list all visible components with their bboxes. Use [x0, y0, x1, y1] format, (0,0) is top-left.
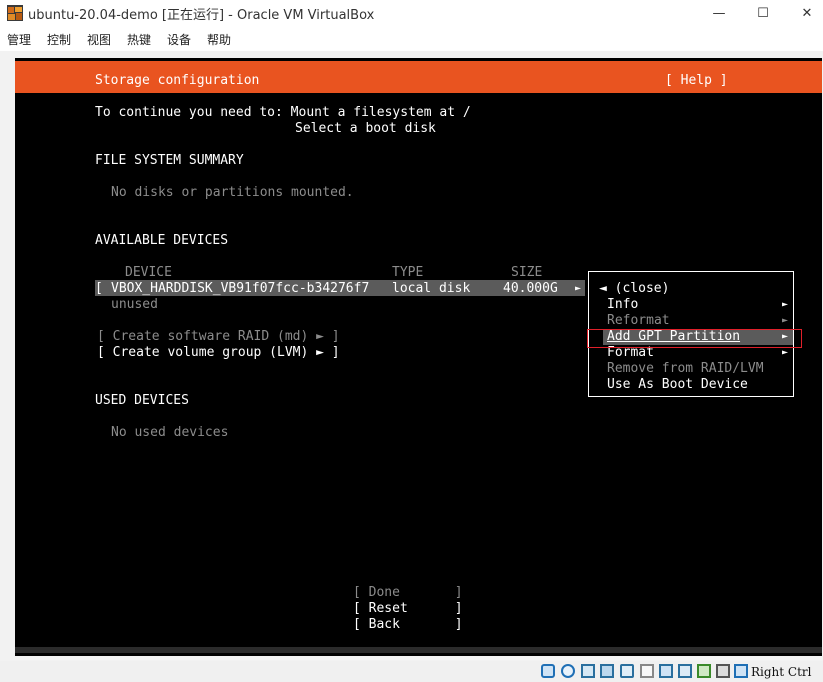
device-name[interactable]: VBOX_HARDDISK_VB91f07fcc-b34276f7: [111, 281, 369, 297]
hard-disk-icon[interactable]: [541, 664, 555, 678]
highlight-annotation-box: [587, 329, 802, 348]
host-key-label: Right Ctrl: [751, 665, 812, 679]
cpu-icon[interactable]: [697, 664, 711, 678]
available-devices-heading: AVAILABLE DEVICES: [95, 233, 229, 248]
create-lvm-button[interactable]: [ Create volume group (LVM) ► ]: [97, 345, 340, 361]
screen-bottom-bar: [15, 647, 822, 653]
maximize-icon: ☐: [757, 5, 769, 21]
title-bar: ubuntu-20.04-demo [正在运行] - Oracle VM Vir…: [0, 0, 823, 26]
menu-item-remove-raid-lvm: Remove from RAID/LVM: [607, 361, 764, 376]
menu-control[interactable]: 控制: [47, 31, 71, 48]
screen-title: Storage configuration: [95, 73, 260, 88]
menu-bar: 管理 控制 视图 热键 设备 帮助: [0, 27, 823, 49]
usb-icon[interactable]: [620, 664, 634, 678]
device-menu-arrow-icon[interactable]: ►: [575, 281, 581, 297]
done-button[interactable]: [ Done ]: [353, 585, 463, 601]
menu-item-use-as-boot-device[interactable]: Use As Boot Device: [607, 377, 748, 393]
fs-summary-heading: FILE SYSTEM SUMMARY: [95, 153, 244, 168]
help-button[interactable]: [ Help ]: [665, 73, 728, 89]
create-raid-button[interactable]: [ Create software RAID (md) ► ]: [97, 329, 340, 345]
menu-item-reformat: Reformat: [607, 313, 670, 328]
optical-drive-icon[interactable]: [561, 664, 575, 678]
maximize-button[interactable]: ☐: [740, 0, 786, 26]
reformat-arrow-icon: ►: [782, 315, 789, 326]
vm-screen[interactable]: Storage configuration [ Help ] To contin…: [15, 58, 822, 656]
audio-icon[interactable]: [581, 664, 595, 678]
device-type: local disk: [392, 281, 471, 296]
display-icon[interactable]: [659, 664, 673, 678]
close-icon: ✕: [801, 5, 813, 21]
minimize-icon: —: [712, 5, 726, 21]
intro-line-2: Select a boot disk: [295, 121, 436, 136]
back-button[interactable]: [ Back ]: [353, 617, 463, 633]
menu-help[interactable]: 帮助: [207, 31, 231, 48]
keyboard-capture-icon[interactable]: [734, 664, 748, 678]
window-title: ubuntu-20.04-demo [正在运行] - Oracle VM Vir…: [28, 8, 375, 23]
menu-item-info[interactable]: Info: [607, 297, 638, 313]
column-size: SIZE: [511, 265, 543, 280]
fs-summary-empty: No disks or partitions mounted.: [111, 185, 354, 200]
info-arrow-icon: ►: [782, 299, 789, 310]
reset-button[interactable]: [ Reset ]: [353, 601, 463, 617]
minimize-button[interactable]: —: [696, 0, 742, 26]
column-type: TYPE: [392, 265, 424, 280]
device-size: 40.000G: [503, 281, 558, 296]
recording-icon[interactable]: [678, 664, 692, 678]
menu-view[interactable]: 视图: [87, 31, 111, 48]
device-row-bracket: [: [95, 281, 103, 296]
menu-manage[interactable]: 管理: [7, 31, 31, 48]
network-icon[interactable]: [600, 664, 614, 678]
mouse-integration-icon[interactable]: [716, 664, 730, 678]
virtualbox-icon: [7, 5, 23, 21]
status-bar: Right Ctrl: [0, 661, 823, 682]
menu-close[interactable]: ◄ (close): [599, 281, 669, 297]
shared-folders-icon[interactable]: [640, 664, 654, 678]
menu-devices[interactable]: 设备: [167, 31, 191, 48]
close-button[interactable]: ✕: [784, 0, 823, 26]
column-device: DEVICE: [125, 265, 172, 280]
intro-line-1: To continue you need to: Mount a filesys…: [95, 105, 471, 120]
menu-hotkey[interactable]: 热键: [127, 31, 151, 48]
device-status: unused: [111, 297, 158, 312]
used-devices-empty: No used devices: [111, 425, 229, 440]
used-devices-heading: USED DEVICES: [95, 393, 189, 408]
